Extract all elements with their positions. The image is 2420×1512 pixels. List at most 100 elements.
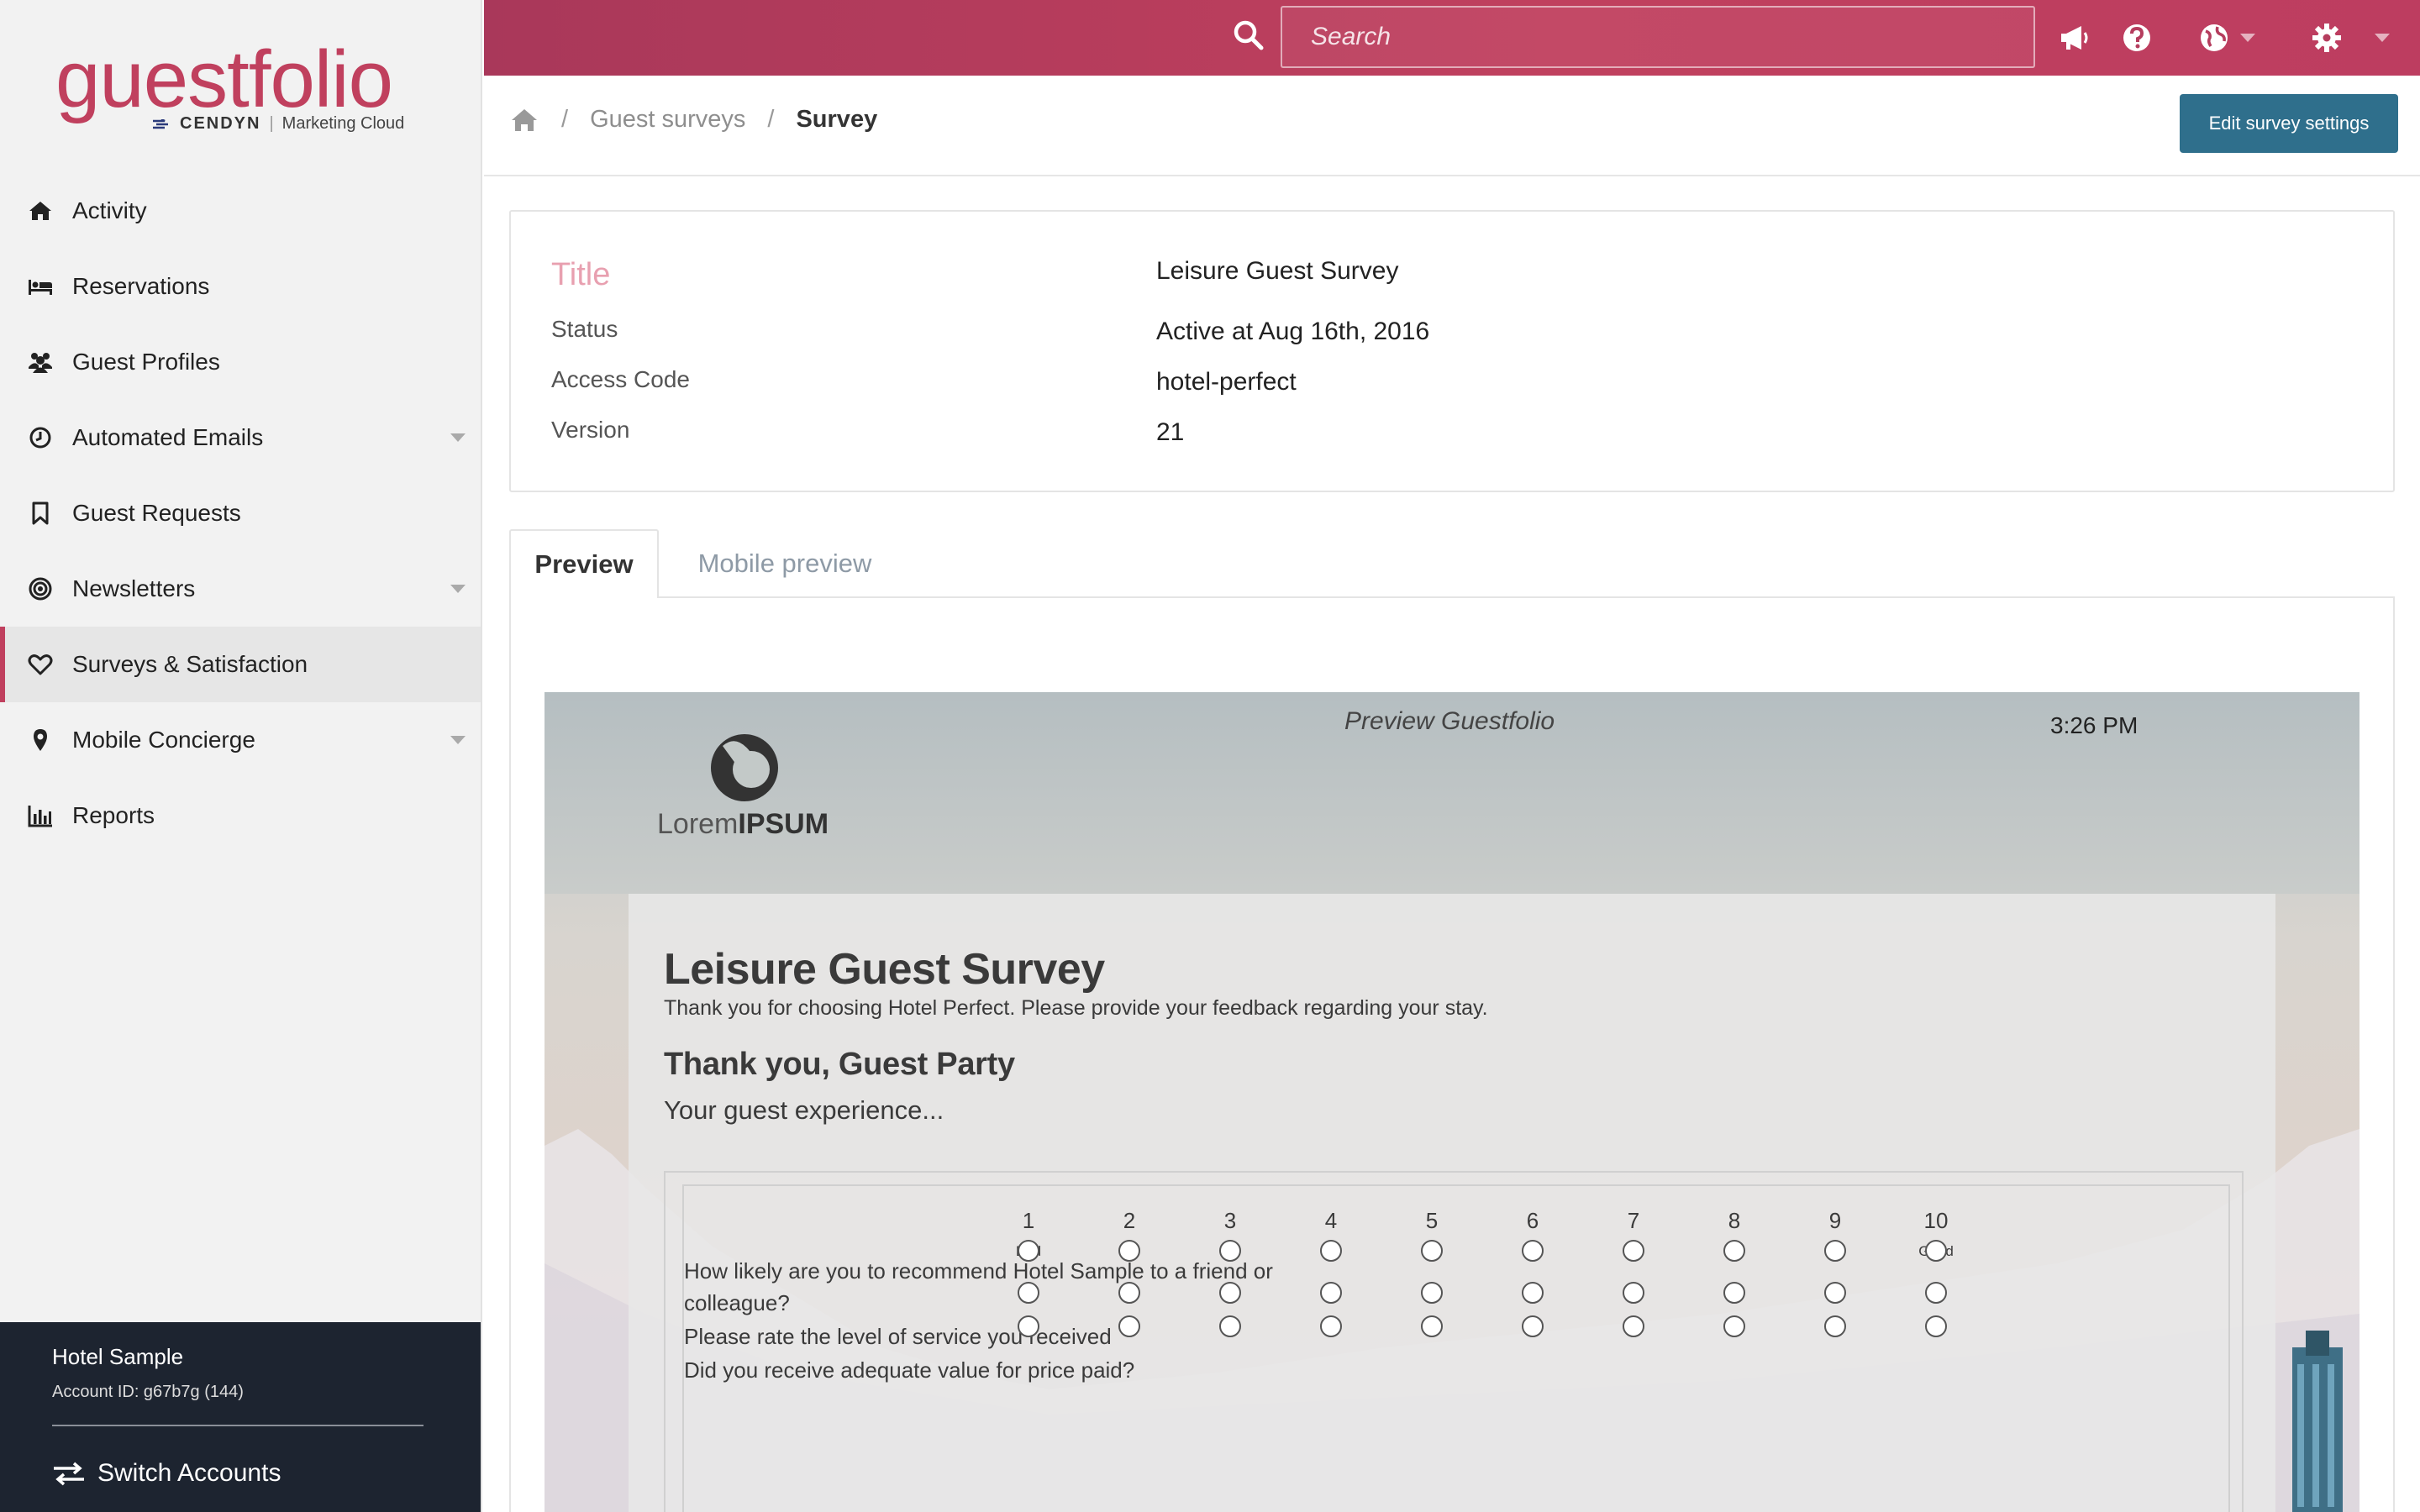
globe-icon[interactable] — [2195, 18, 2233, 57]
chevron-down-icon[interactable] — [450, 585, 466, 593]
rating-radio-q3-7[interactable] — [1623, 1315, 1644, 1337]
breadcrumb-guest-surveys[interactable]: Guest surveys — [590, 106, 745, 134]
rating-radio-q3-9[interactable] — [1824, 1315, 1846, 1337]
guestfolio-logo[interactable]: guestfolio CENDYN | Marketing Cloud — [55, 34, 417, 143]
chevron-down-icon[interactable] — [450, 736, 466, 744]
rating-radio-q1-9[interactable] — [1824, 1240, 1846, 1262]
sidebar-item-label: Reservations — [72, 273, 210, 299]
rating-radio-q3-6[interactable] — [1522, 1315, 1544, 1337]
sidebar-item-guest-profiles[interactable]: Guest Profiles — [0, 324, 481, 400]
rating-radio-q2-10[interactable] — [1925, 1282, 1947, 1304]
search-icon[interactable] — [1230, 17, 1267, 54]
bookmark-icon — [25, 498, 55, 528]
scale-label-7: 7 — [1627, 1208, 1640, 1233]
rating-radio-q2-6[interactable] — [1522, 1282, 1544, 1304]
cendyn-arrow-icon — [153, 118, 168, 129]
hotel-name: Hotel Sample — [52, 1344, 184, 1369]
tab-mobile-preview[interactable]: Mobile preview — [692, 529, 877, 598]
switch-accounts-label: Switch Accounts — [97, 1459, 281, 1487]
rating-radio-q1-6[interactable] — [1522, 1240, 1544, 1262]
sidebar-item-mobile-concierge[interactable]: Mobile Concierge — [0, 702, 481, 778]
rating-radio-q1-10[interactable] — [1925, 1240, 1947, 1262]
preview-tabs: Preview Mobile preview — [509, 529, 2395, 600]
rating-radio-q1-7[interactable] — [1623, 1240, 1644, 1262]
rating-radio-q3-8[interactable] — [1723, 1315, 1745, 1337]
survey-greeting: Thank you, Guest Party — [664, 1047, 1015, 1082]
title-label: Title — [551, 257, 611, 292]
megaphone-icon[interactable] — [2055, 18, 2094, 57]
sidebar-nav: Activity Reservations Guest Profiles Aut… — [0, 173, 481, 853]
preview-header-title: Preview Guestfolio — [1344, 707, 1555, 735]
account-panel: Hotel Sample Account ID: g67b7g (144) Sw… — [0, 1322, 481, 1512]
rating-radio-q1-2[interactable] — [1118, 1240, 1140, 1262]
building-image — [2292, 1331, 2343, 1512]
sidebar-item-automated-emails[interactable]: Automated Emails — [0, 400, 481, 475]
map-pin-icon — [25, 725, 55, 755]
gear-icon[interactable] — [2307, 18, 2346, 57]
rating-radio-q2-8[interactable] — [1723, 1282, 1745, 1304]
rating-matrix: How likely are you to recommend Hotel Sa… — [664, 1171, 2244, 1512]
sidebar-item-surveys[interactable]: Surveys & Satisfaction — [0, 627, 481, 702]
rating-radio-q3-1[interactable] — [1018, 1315, 1039, 1337]
sidebar-item-label: Activity — [72, 197, 147, 223]
rating-radio-q1-8[interactable] — [1723, 1240, 1745, 1262]
scale-label-2: 2 — [1123, 1208, 1136, 1233]
version-label: Version — [551, 417, 630, 443]
scale-label-4: 4 — [1324, 1208, 1338, 1233]
rating-radio-q3-4[interactable] — [1320, 1315, 1342, 1337]
rating-radio-q1-5[interactable] — [1421, 1240, 1443, 1262]
switch-accounts-button[interactable]: Switch Accounts — [52, 1448, 281, 1499]
rating-radio-q2-4[interactable] — [1320, 1282, 1342, 1304]
lorem-ipsum-wordmark: LoremIPSUM — [657, 808, 829, 841]
sidebar-item-reports[interactable]: Reports — [0, 778, 481, 853]
sidebar-item-reservations[interactable]: Reservations — [0, 249, 481, 324]
users-icon — [25, 347, 55, 377]
version-value: 21 — [1156, 418, 1185, 446]
sidebar-item-activity[interactable]: Activity — [0, 173, 481, 249]
rating-radio-q1-4[interactable] — [1320, 1240, 1342, 1262]
bed-icon — [25, 271, 55, 302]
question-service: Please rate the level of service you rec… — [684, 1324, 1112, 1349]
edit-survey-settings-button[interactable]: Edit survey settings — [2180, 94, 2398, 153]
logo-wordmark: guestfolio — [55, 34, 393, 124]
scale-label-8: 8 — [1728, 1208, 1741, 1233]
chevron-down-icon[interactable] — [2240, 34, 2255, 42]
search-input[interactable] — [1281, 6, 2035, 68]
help-icon[interactable] — [2118, 18, 2156, 57]
sidebar: guestfolio CENDYN | Marketing Cloud Acti… — [0, 0, 482, 1512]
chevron-down-icon[interactable] — [2375, 34, 2390, 42]
account-id: Account ID: g67b7g (144) — [52, 1383, 244, 1401]
breadcrumb-separator: / — [767, 106, 775, 133]
survey-intro: Thank you for choosing Hotel Perfect. Pl… — [664, 996, 1488, 1020]
rating-radio-q3-5[interactable] — [1421, 1315, 1443, 1337]
rating-radio-q1-1[interactable] — [1018, 1240, 1039, 1262]
sidebar-item-newsletters[interactable]: Newsletters — [0, 551, 481, 627]
logo-light-text: Lorem — [657, 808, 739, 840]
rating-radio-q3-3[interactable] — [1219, 1315, 1241, 1337]
chevron-down-icon[interactable] — [450, 433, 466, 442]
rating-radio-q2-2[interactable] — [1118, 1282, 1140, 1304]
rating-radio-q2-9[interactable] — [1824, 1282, 1846, 1304]
rating-radio-q1-3[interactable] — [1219, 1240, 1241, 1262]
question-value: Did you receive adequate value for price… — [684, 1357, 1135, 1383]
rating-radio-q2-1[interactable] — [1018, 1282, 1039, 1304]
scale-label-9: 9 — [1828, 1208, 1842, 1233]
rating-radio-q2-5[interactable] — [1421, 1282, 1443, 1304]
account-divider — [52, 1425, 424, 1426]
breadcrumb-bar: / Guest surveys / Survey Edit survey set… — [484, 76, 2420, 176]
rating-radio-q2-3[interactable] — [1219, 1282, 1241, 1304]
home-icon[interactable] — [509, 107, 539, 134]
sidebar-item-guest-requests[interactable]: Guest Requests — [0, 475, 481, 551]
survey-card: Leisure Guest Survey Thank you for choos… — [629, 894, 2275, 1512]
rating-radio-q2-7[interactable] — [1623, 1282, 1644, 1304]
target-icon — [25, 574, 55, 604]
rating-radio-q3-2[interactable] — [1118, 1315, 1140, 1337]
status-value: Active at Aug 16th, 2016 — [1156, 318, 1430, 345]
top-bar — [484, 0, 2420, 76]
bar-chart-icon — [25, 801, 55, 831]
tab-preview[interactable]: Preview — [509, 529, 659, 600]
rating-radio-q3-10[interactable] — [1925, 1315, 1947, 1337]
preview-time: 3:26 PM — [2050, 712, 2139, 738]
sidebar-item-label: Reports — [72, 802, 155, 828]
status-label: Status — [551, 316, 618, 342]
